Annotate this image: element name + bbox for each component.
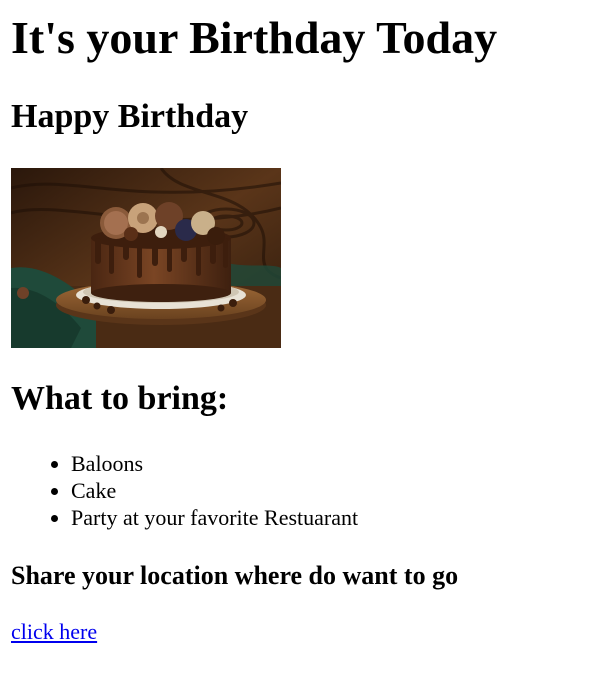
click-here-link[interactable]: click here — [11, 618, 97, 646]
what-to-bring-heading: What to bring: — [11, 380, 229, 417]
page-title: It's your Birthday Today — [11, 12, 498, 63]
cake-illustration — [11, 168, 281, 348]
birthday-cake-image — [11, 168, 281, 348]
bring-list: Baloons Cake Party at your favorite Rest… — [11, 450, 358, 531]
list-item: Cake — [71, 477, 358, 504]
share-location-heading: Share your location where do want to go — [11, 561, 459, 590]
page-subtitle: Happy Birthday — [11, 98, 249, 135]
list-item: Party at your favorite Restuarant — [71, 504, 358, 531]
list-item: Baloons — [71, 450, 358, 477]
